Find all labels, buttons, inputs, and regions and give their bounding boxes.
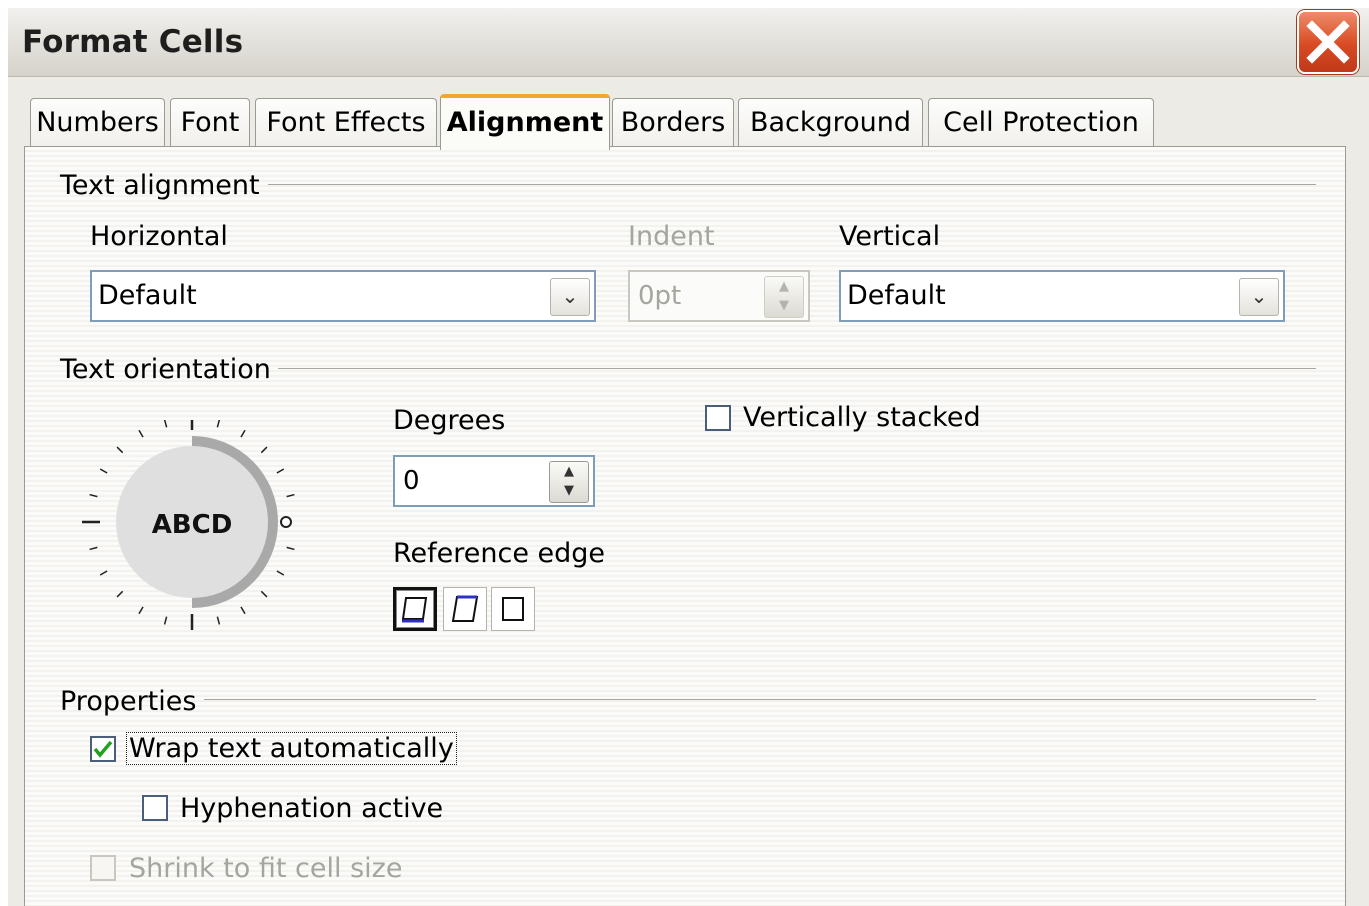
dial-tick	[99, 468, 108, 474]
dial-tick	[276, 468, 285, 474]
reference-edge-inside-button[interactable]	[491, 587, 535, 631]
horizontal-label: Horizontal	[90, 221, 228, 252]
dial-tick	[116, 590, 124, 598]
wrap-text-label[interactable]: Wrap text automatically	[126, 732, 457, 765]
dial-label: ABCD	[152, 510, 233, 540]
dial-tick	[286, 546, 295, 551]
vertical-dropdown-button[interactable]: ⌄	[1239, 278, 1279, 316]
dial-tick	[286, 493, 295, 498]
dial-tick	[138, 606, 144, 615]
separator	[204, 699, 1316, 700]
indent-label: Indent	[628, 221, 715, 252]
horizontal-dropdown-button[interactable]: ⌄	[550, 278, 590, 316]
degrees-spin-buttons[interactable]: ▲ ▼	[549, 461, 589, 503]
dial-handle[interactable]	[280, 516, 292, 528]
edge-inside-icon	[502, 597, 524, 621]
edge-bottom-icon	[401, 597, 428, 623]
orientation-dial-graphic: ABCD	[82, 412, 295, 632]
degrees-value: 0	[403, 466, 420, 496]
dial-tick	[163, 616, 168, 625]
dial-tick	[89, 493, 98, 498]
vertical-value: Default	[847, 280, 946, 311]
chevron-down-icon: ⌄	[561, 284, 579, 308]
spin-down-icon: ▼	[779, 298, 789, 313]
vertically-stacked-label[interactable]: Vertically stacked	[743, 402, 981, 433]
panel-content: Text alignment Horizontal Indent Vertica…	[0, 0, 1369, 906]
dial-tick	[99, 570, 108, 576]
separator	[278, 368, 1316, 369]
degrees-label: Degrees	[393, 405, 506, 436]
dial-tick	[89, 546, 98, 551]
reference-edge-bottom-button[interactable]	[393, 587, 437, 631]
section-properties: Properties	[60, 686, 197, 717]
dial-tick	[276, 570, 285, 576]
vertical-label: Vertical	[839, 221, 941, 252]
hyphenation-checkbox[interactable]	[142, 795, 168, 821]
checkmark-icon	[93, 740, 113, 758]
indent-value: 0pt	[638, 281, 682, 311]
dial-tick	[116, 446, 124, 454]
indent-spin-buttons: ▲ ▼	[764, 276, 804, 318]
orientation-dial[interactable]: ABCD	[76, 412, 300, 632]
horizontal-select[interactable]: Default ⌄	[90, 270, 596, 322]
chevron-down-icon: ⌄	[1250, 284, 1268, 308]
spin-up-icon[interactable]: ▲	[564, 464, 574, 479]
dial-tick	[163, 419, 168, 428]
dial-tick	[260, 590, 268, 598]
separator	[268, 184, 1316, 185]
dial-tick	[216, 419, 221, 428]
hyphenation-label[interactable]: Hyphenation active	[180, 793, 443, 824]
dial-tick	[240, 606, 246, 615]
degrees-spinbox[interactable]: 0 ▲ ▼	[393, 455, 595, 507]
horizontal-value: Default	[98, 280, 197, 311]
section-text-alignment: Text alignment	[60, 170, 260, 201]
dial-tick	[216, 616, 221, 625]
reference-edge-label: Reference edge	[393, 538, 606, 569]
edge-top-icon	[451, 595, 479, 622]
dial-tick	[240, 429, 246, 438]
vertically-stacked-checkbox[interactable]	[705, 405, 731, 431]
shrink-to-fit-checkbox	[90, 855, 116, 881]
dial-tick	[260, 446, 268, 454]
spin-up-icon: ▲	[779, 279, 789, 294]
indent-spinbox: 0pt ▲ ▼	[628, 270, 810, 322]
dial-tick	[138, 429, 144, 438]
wrap-text-checkbox[interactable]	[90, 736, 116, 762]
section-text-orientation: Text orientation	[60, 354, 271, 385]
shrink-to-fit-label: Shrink to fit cell size	[129, 853, 403, 884]
spin-down-icon[interactable]: ▼	[564, 483, 574, 498]
reference-edge-top-button[interactable]	[443, 587, 487, 631]
vertical-select[interactable]: Default ⌄	[839, 270, 1285, 322]
